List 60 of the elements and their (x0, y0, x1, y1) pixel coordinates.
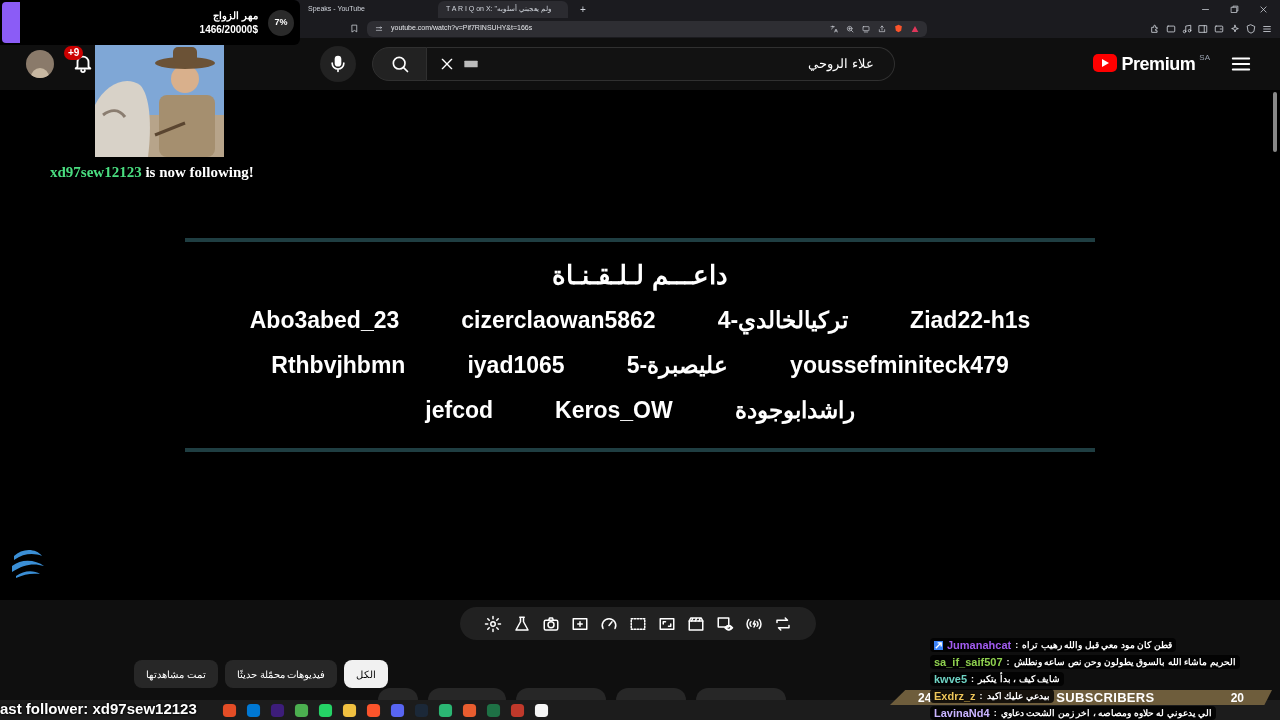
card-icon[interactable] (1214, 23, 1224, 34)
badge-icon (934, 640, 943, 650)
app-icon[interactable] (294, 702, 309, 718)
site-settings-icon (375, 24, 383, 33)
search-button[interactable] (372, 47, 427, 81)
new-tab-button[interactable]: + (576, 2, 590, 17)
supporter-name: عليصبرة-5 (625, 351, 730, 381)
clapperboard-icon[interactable] (687, 614, 705, 633)
music-icon[interactable] (1182, 23, 1192, 34)
goal-title: مهر الزواج (213, 8, 258, 23)
watch-eye-icon[interactable] (716, 614, 734, 633)
goal-percent: 7% (268, 9, 294, 36)
supporters-title: داعـــم لـلـقـنـاة (552, 259, 728, 293)
app-icon[interactable] (318, 702, 333, 718)
restore-icon[interactable] (1230, 5, 1239, 14)
app-icon[interactable] (534, 702, 549, 718)
filter-chip[interactable]: تمت مشاهدتها (134, 660, 218, 688)
scrollbar-thumb[interactable] (1273, 92, 1277, 152)
menu-icon[interactable] (1262, 23, 1272, 34)
sparkle-icon[interactable] (1230, 23, 1240, 34)
supporter-name: راشدابوجودة (733, 396, 856, 426)
notification-badge: +9 (64, 46, 84, 60)
puzzle-icon[interactable] (1150, 23, 1160, 34)
avatar[interactable] (26, 50, 54, 78)
supporter-name: تركيالخالدي-4 (716, 306, 850, 336)
supporter-name: Rthbvjhbmn (270, 351, 407, 380)
triangle-icon[interactable] (911, 24, 919, 33)
bookmark-icon[interactable] (350, 24, 359, 33)
supporter-name: Abo3abed_23 (248, 306, 401, 335)
share-icon[interactable] (878, 24, 886, 33)
supporter-name: jefcod (424, 396, 495, 425)
loop-icon[interactable] (774, 614, 792, 633)
follow-alert-text: xd97sew12123 is now following! (50, 163, 254, 182)
zoom-icon[interactable] (846, 24, 854, 33)
filter-chip[interactable]: الكل (344, 660, 389, 688)
supporter-name: cizerclaowan5862 (460, 306, 657, 335)
settings-icon[interactable] (484, 614, 502, 633)
shield-icon[interactable] (894, 24, 903, 33)
app-icon[interactable] (342, 702, 357, 718)
goal-amount: 1466/20000$ (199, 22, 258, 37)
filter-chip[interactable]: فيديوهات محمّلة حديثًا (224, 660, 338, 688)
clear-icon[interactable] (439, 56, 455, 72)
close-icon[interactable] (1259, 5, 1268, 14)
app-icon[interactable] (438, 702, 453, 718)
sidebar-icon[interactable] (1198, 23, 1208, 34)
youtube-premium-logo[interactable]: Premium SA (1093, 52, 1210, 76)
cast-icon[interactable] (862, 24, 870, 33)
translate-icon[interactable] (830, 24, 838, 33)
supporter-name: iyad1065 (466, 351, 566, 380)
supporter-name: Keros_OW (554, 396, 674, 425)
last-follower-text: ast follower: xd97sew12123 (0, 699, 197, 719)
microphone-icon (328, 54, 348, 74)
flask-icon[interactable] (513, 614, 531, 633)
supporter-name: youssefminiteck479 (789, 351, 1010, 380)
camera-icon[interactable] (542, 614, 560, 633)
search-field[interactable]: علاء الروحي (427, 47, 895, 81)
wallet-icon[interactable] (1166, 23, 1176, 34)
supporter-name: Ziad22-h1s (909, 306, 1032, 335)
voice-search-button[interactable] (320, 46, 356, 82)
shield-icon[interactable] (1246, 23, 1256, 34)
